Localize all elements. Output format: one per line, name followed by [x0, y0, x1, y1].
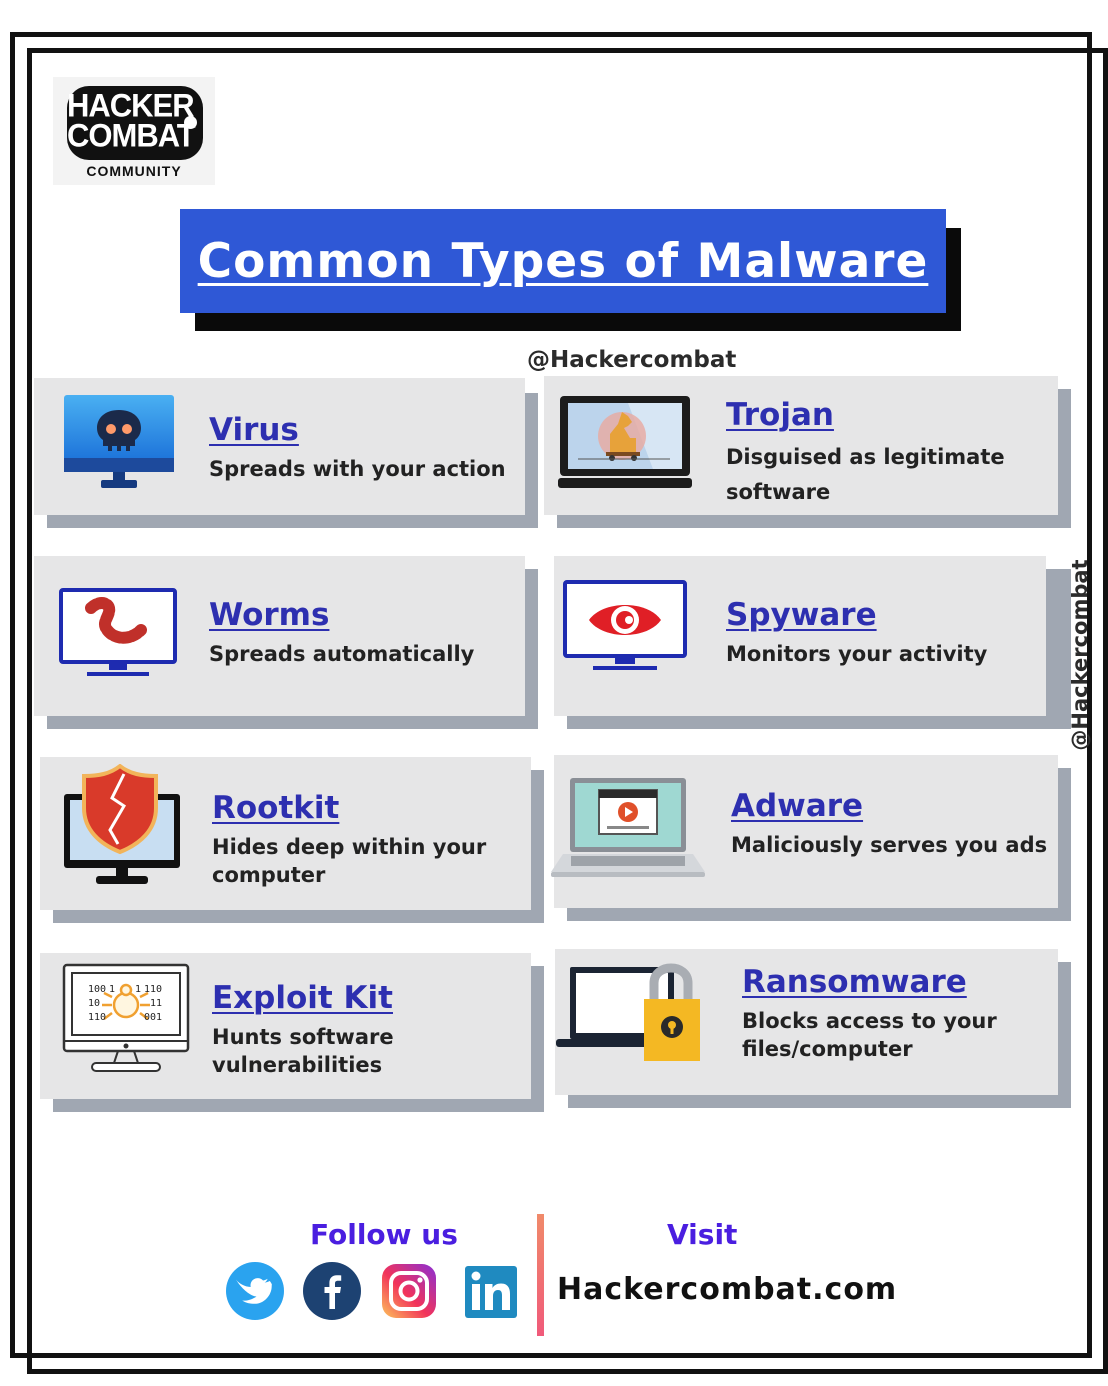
card-desc-line: files/computer	[742, 1037, 913, 1061]
card-desc: Spreads automatically	[209, 642, 475, 666]
card-desc: Hunts software vulnerabilities	[212, 1023, 394, 1079]
card-desc-line: Disguised as legitimate	[726, 445, 1005, 469]
visit-label: Visit	[667, 1218, 738, 1251]
logo-line-2: COMBAT	[67, 117, 196, 154]
card-desc-line: Hunts software	[212, 1025, 394, 1049]
binary-text: 1	[109, 984, 115, 995]
binary-text: 100	[88, 984, 106, 995]
monitor-eye-icon	[563, 580, 687, 670]
twitter-icon[interactable]	[226, 1262, 284, 1320]
card-title: Rootkit	[212, 790, 340, 826]
laptop-ad-icon	[551, 778, 705, 877]
footer-divider	[537, 1214, 544, 1336]
hacker-combat-logo: HACKER COMBAT COMMUNITY	[53, 77, 215, 185]
monitor-bug-icon: 100 1 1 110 10 11 110 001	[62, 963, 190, 1072]
binary-text: 10	[88, 998, 100, 1009]
card-title: Spyware	[726, 597, 877, 633]
card-desc-line: Blocks access to your	[742, 1009, 997, 1033]
card-title: Ransomware	[742, 964, 967, 1000]
logo-subtitle: COMMUNITY	[86, 163, 182, 179]
binary-text: 110	[88, 1012, 106, 1023]
logo-dot	[184, 116, 197, 129]
card-desc-line: computer	[212, 863, 326, 887]
handle-top: @Hackercombat	[527, 347, 737, 373]
laptop-padlock-icon	[556, 963, 700, 1061]
binary-text: 110	[144, 984, 162, 995]
binary-text: 001	[144, 1012, 162, 1023]
logo-badge: HACKER COMBAT	[67, 86, 203, 160]
monitor-skull-icon	[64, 395, 174, 488]
card-title: Worms	[209, 597, 330, 633]
linkedin-icon[interactable]	[461, 1262, 519, 1320]
card-desc: Monitors your activity	[726, 642, 988, 666]
card-desc: Maliciously serves you ads	[731, 833, 1048, 857]
monitor-worm-icon	[59, 588, 177, 676]
follow-us-label: Follow us	[310, 1218, 458, 1251]
title-banner: Common Types of Malware	[180, 209, 946, 313]
website-link[interactable]: Hackercombat.com	[557, 1272, 897, 1307]
binary-text: 1	[135, 984, 141, 995]
facebook-icon[interactable]	[303, 1262, 361, 1320]
binary-text: 11	[150, 998, 162, 1009]
card-title: Trojan	[726, 397, 834, 433]
card-title: Virus	[209, 412, 299, 448]
card-desc: Spreads with your action	[209, 457, 506, 481]
monitor-trojan-horse-icon	[558, 396, 692, 488]
handle-side: @Hackercombat	[1068, 559, 1092, 751]
card-desc: Blocks access to your files/computer	[742, 1007, 997, 1063]
card-title: Exploit Kit	[212, 980, 393, 1016]
card-desc: Hides deep within your computer	[212, 833, 486, 889]
card-desc-line: vulnerabilities	[212, 1053, 383, 1077]
card-desc-line: software	[726, 480, 831, 504]
card-title: Adware	[731, 788, 864, 824]
monitor-shield-icon	[64, 764, 180, 884]
card-desc-line: Hides deep within your	[212, 835, 487, 859]
page-title: Common Types of Malware	[197, 233, 929, 289]
card-desc: Disguised as legitimate software	[726, 440, 1005, 510]
instagram-icon[interactable]	[380, 1262, 438, 1320]
